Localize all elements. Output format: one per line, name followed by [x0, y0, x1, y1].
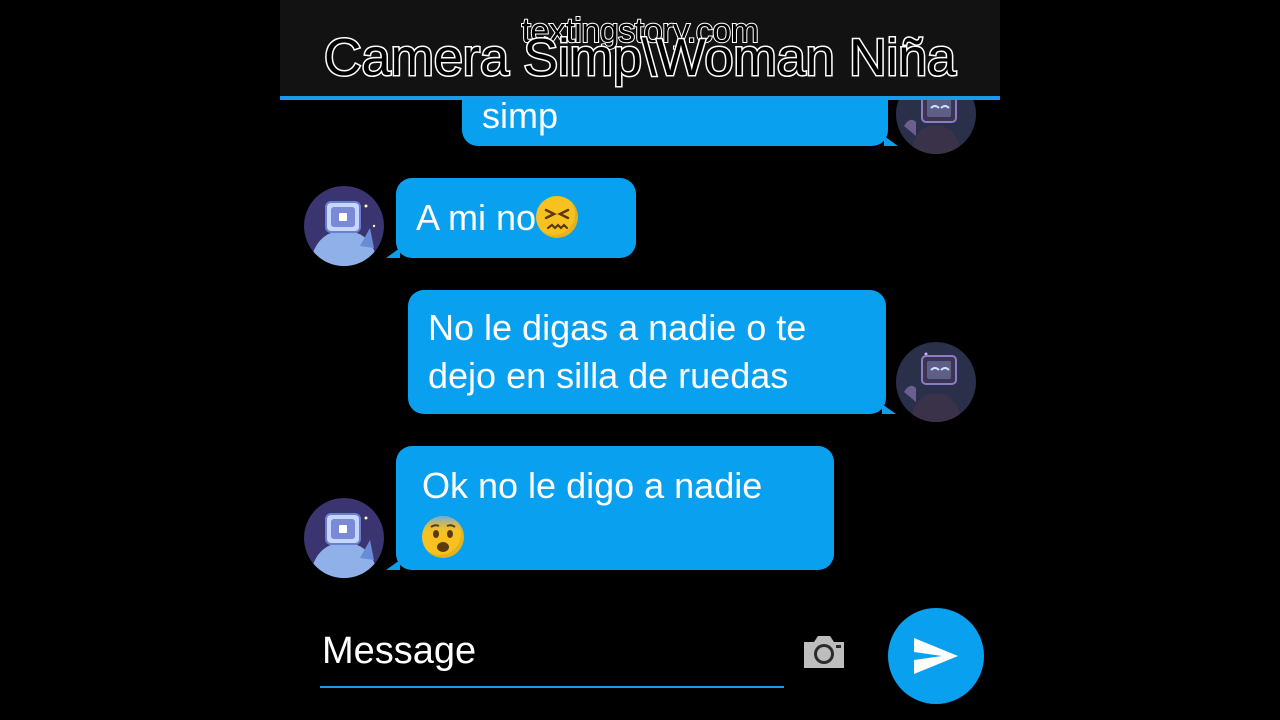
anxious-face-icon: [422, 516, 464, 558]
avatar-receiver: [304, 186, 384, 266]
message-text-line-1: No le digas a nadie o te: [428, 307, 807, 348]
message-text: Ok no le digo a nadie: [422, 465, 763, 506]
chat-title: Camera Simp\Woman Niña: [323, 28, 958, 89]
camera-icon[interactable]: [800, 632, 848, 672]
message-input[interactable]: Message: [322, 630, 476, 673]
confounded-face-icon: [536, 196, 579, 238]
chat-header: textingstory.com Camera Simp\Woman Niña: [280, 0, 1000, 100]
send-button[interactable]: [888, 608, 984, 704]
message-bubble-received[interactable]: A mi no: [386, 178, 636, 258]
message-input-underline: [320, 686, 784, 688]
message-text-line-2: dejo en silla de ruedas: [428, 355, 789, 396]
chat-screen: simp A mi no No le digas a nadie o te de…: [280, 0, 1000, 720]
avatar-sender: [896, 342, 976, 422]
message-text: simp: [482, 95, 559, 136]
message-bubble-received[interactable]: Ok no le digo a nadie: [386, 446, 834, 570]
avatar-receiver: [304, 498, 384, 578]
message-text: A mi no: [416, 197, 537, 238]
message-bubble-sent[interactable]: No le digas a nadie o te dejo en silla d…: [408, 290, 896, 414]
send-icon: [914, 638, 958, 674]
